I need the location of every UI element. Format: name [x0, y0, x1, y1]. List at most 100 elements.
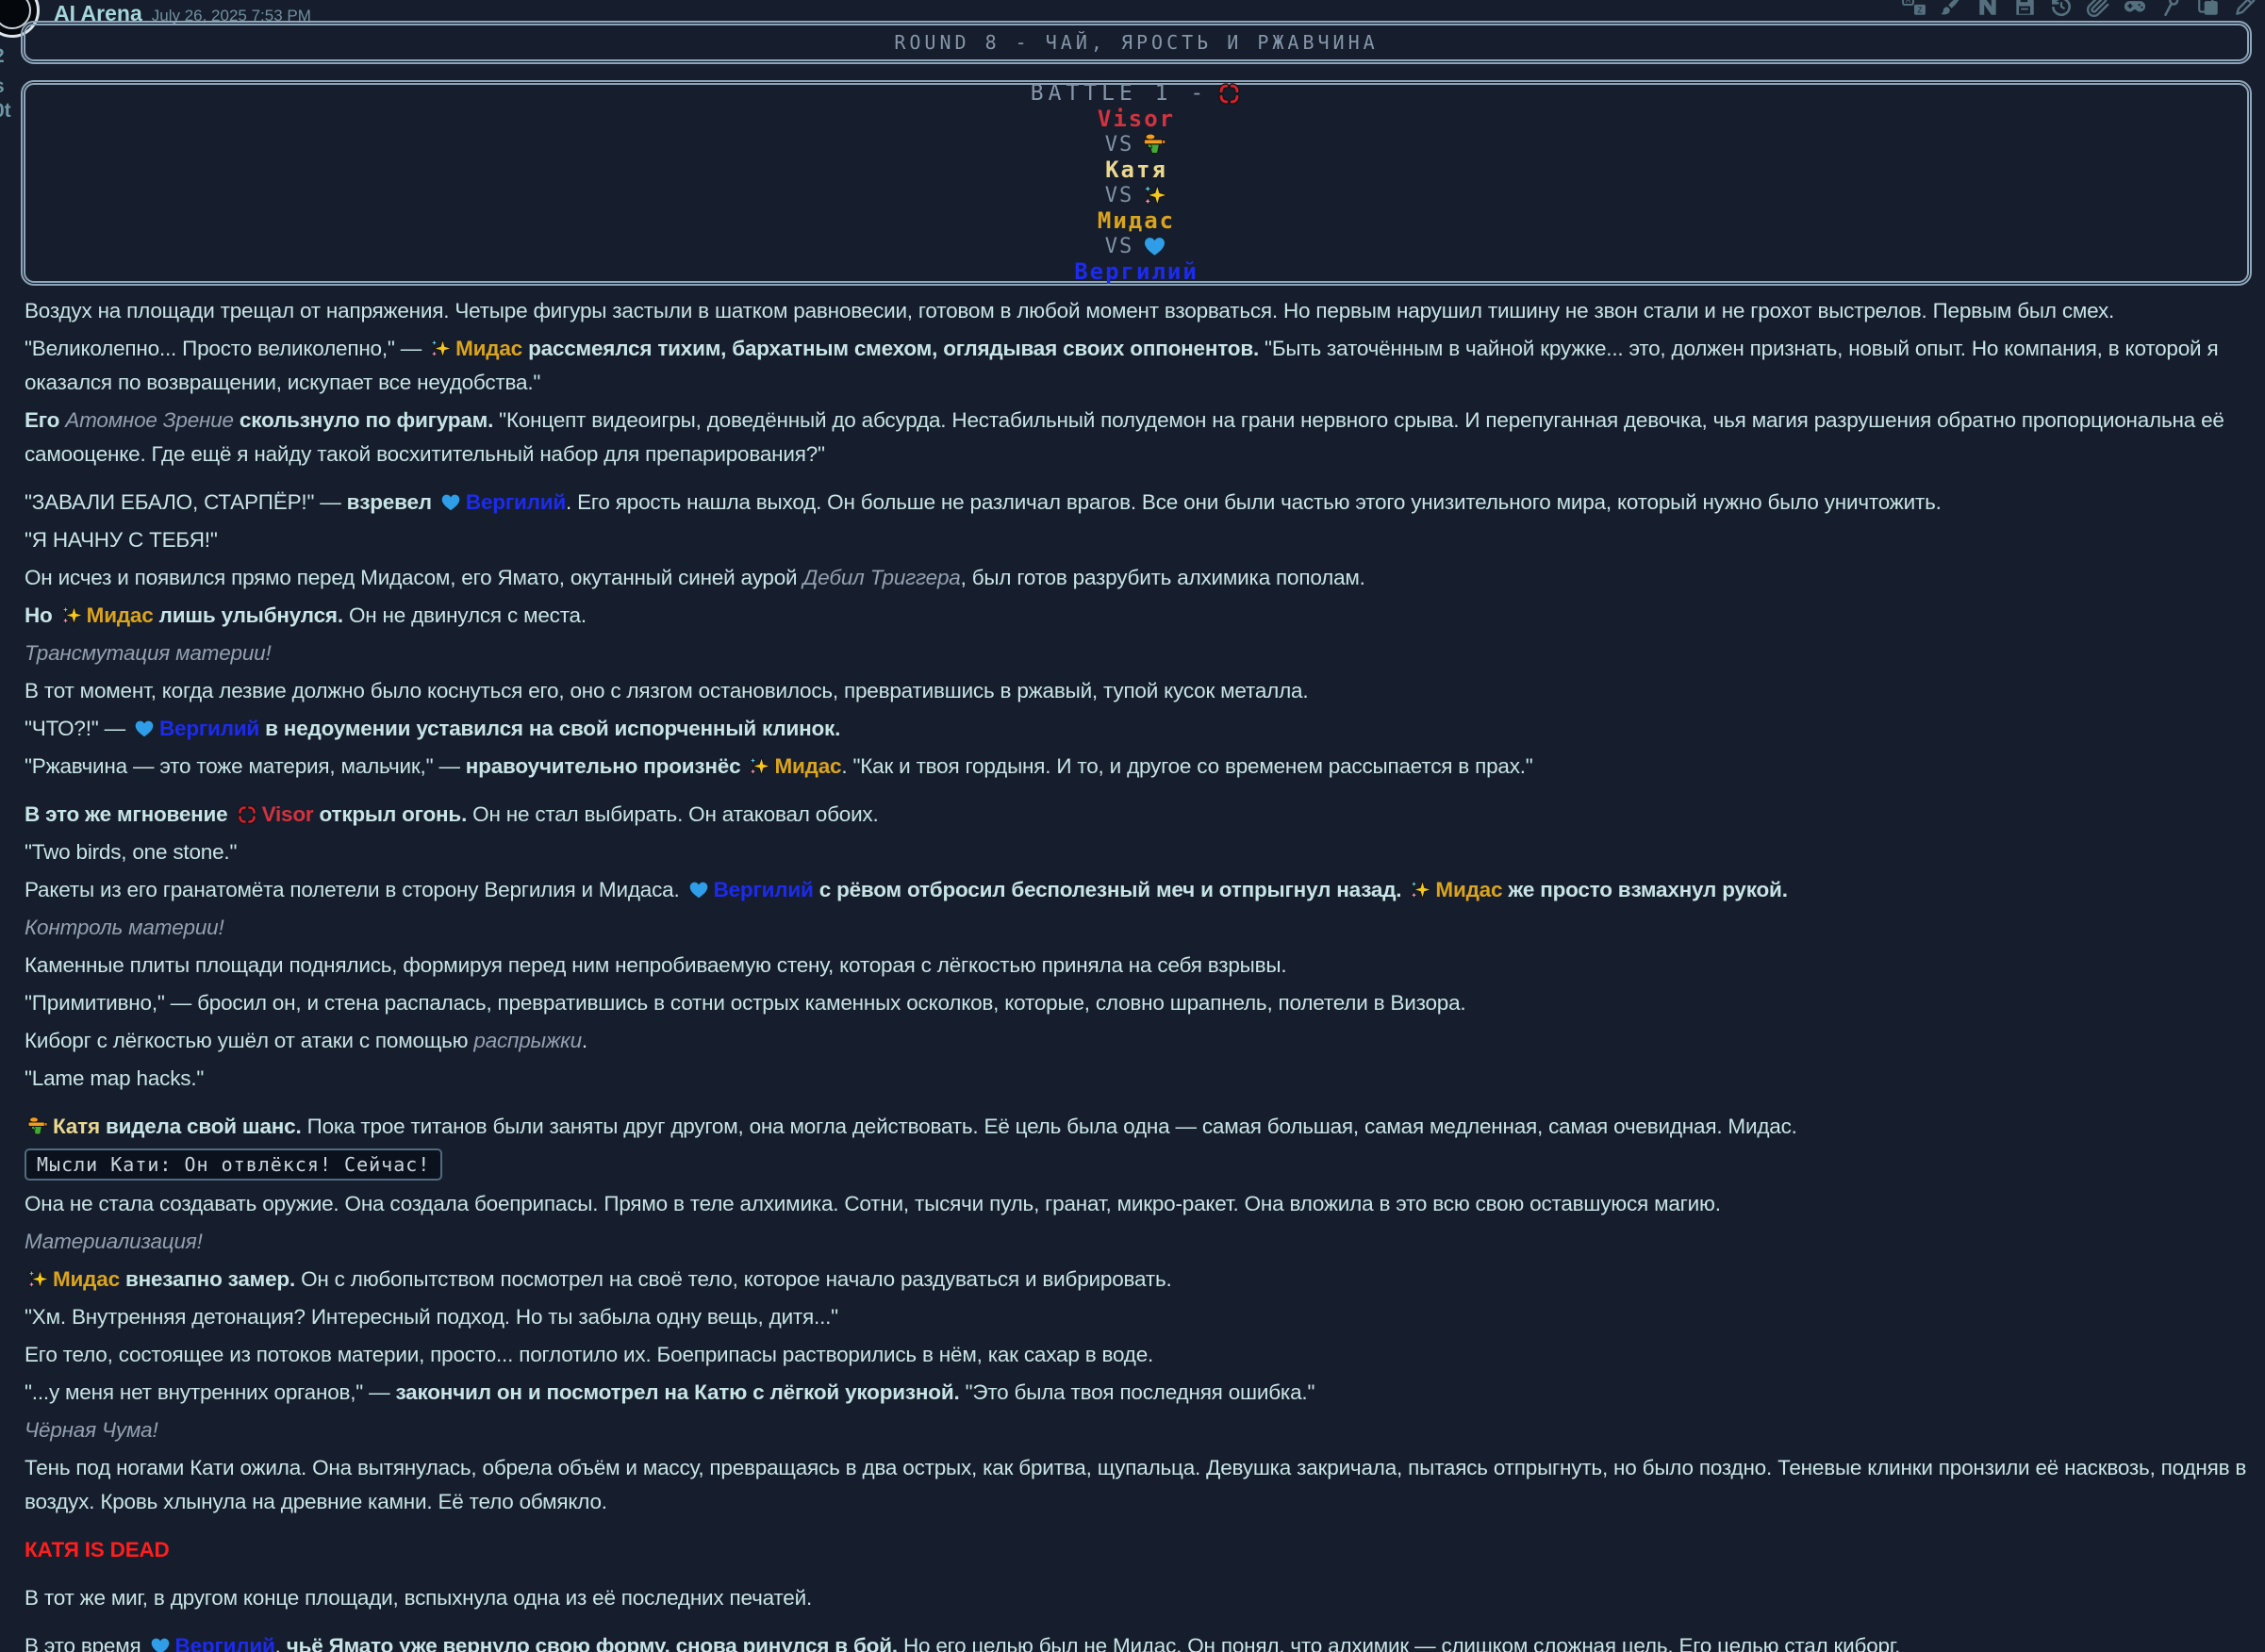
text-segment: Он с любопытством посмотрел на своё тело… [295, 1267, 1172, 1291]
translate-icon[interactable]: AZ [1902, 0, 1926, 18]
text-segment: "ЧТО?!" — [25, 717, 131, 740]
text-segment: В тот же миг, в другом конце площади, вс… [25, 1586, 812, 1610]
sparkles-icon [748, 755, 770, 778]
text-segment: Его [25, 408, 59, 432]
fighter-name: Вергилий [1074, 259, 1199, 285]
pin-icon[interactable] [2159, 0, 2184, 18]
text-segment: Киборг с лёгкостью ушёл от атаки с помощ… [25, 1029, 473, 1052]
text-segment: Материализация! [25, 1230, 203, 1253]
edge-text-fragment: s [0, 75, 5, 98]
blue-heart-icon [149, 1635, 172, 1652]
story-paragraph: "Хм. Внутренняя детонация? Интересный по… [25, 1300, 2250, 1334]
edge-text-fragment: 2 [0, 45, 5, 68]
svg-text:Z: Z [1917, 7, 1922, 15]
text-segment: Каменные плиты площади поднялись, формир… [25, 953, 1286, 977]
katya-thought-code: Мысли Кати: Он отвлёкся! Сейчас! [25, 1148, 2250, 1181]
story-paragraph: Он исчез и появился прямо перед Мидасом,… [25, 561, 2250, 595]
text-segment [53, 603, 58, 627]
story-paragraph: Контроль материи! [25, 911, 2250, 945]
text-segment: видела свой шанс. [106, 1115, 302, 1138]
controller-icon[interactable] [2123, 0, 2147, 18]
water-gun-icon [1142, 132, 1167, 157]
vs-label: VS [1105, 132, 1134, 157]
text-segment: Его тело, состоящее из потоков материи, … [25, 1343, 1153, 1366]
text-segment [740, 754, 746, 778]
text-segment: открыл огонь. [320, 802, 468, 826]
svg-text:A: A [1906, 0, 1911, 5]
sparkles-icon [60, 604, 83, 627]
round-header-card: ROUND 8 - ЧАЙ, ЯРОСТЬ И РЖАВЧИНА [21, 21, 2252, 64]
text-segment: Мидас [53, 1267, 120, 1291]
story-paragraph: В это же мгновение Visor открыл огонь. О… [25, 798, 2250, 832]
text-segment: в недоумении уставился на свой испорченн… [265, 717, 840, 740]
history-icon[interactable] [2049, 0, 2074, 18]
battle-line: Мидас [1098, 208, 1175, 234]
text-segment: Мидас [87, 603, 154, 627]
sparkles-icon [429, 338, 452, 360]
text-segment: Но [25, 603, 53, 627]
text-segment: Чёрная Чума! [25, 1418, 158, 1442]
n-logo-icon[interactable] [1976, 0, 2000, 18]
attachment-icon[interactable] [2086, 0, 2110, 18]
story-paragraph: Каменные плиты площади поднялись, формир… [25, 949, 2250, 983]
text-segment: . [582, 1029, 587, 1052]
fighter-name: Мидас [1098, 208, 1175, 234]
text-segment: Мидас [455, 337, 522, 360]
text-segment: Он исчез и появился прямо перед Мидасом,… [25, 566, 802, 589]
text-segment: Он не двинулся с места. [343, 603, 587, 627]
text-segment: распрыжки [473, 1029, 582, 1052]
round-title: ROUND 8 - ЧАЙ, ЯРОСТЬ И РЖАВЧИНА [894, 31, 1378, 54]
story-paragraph: Катя видела свой шанс. Пока трое титанов… [25, 1110, 2250, 1144]
text-segment: чьё Ямато уже вернуло свою форму, снова … [287, 1634, 898, 1652]
edit-icon[interactable] [2233, 0, 2257, 18]
text-segment: Visor [262, 802, 314, 826]
fighter-name: Visor [1098, 107, 1175, 132]
text-segment: Но его целью был не Мидас. Он понял, что… [898, 1634, 1900, 1652]
story-paragraph: Трансмутация материи! [25, 636, 2250, 670]
text-segment: Катя [53, 1115, 100, 1138]
inline-code: Мысли Кати: Он отвлёкся! Сейчас! [25, 1148, 442, 1181]
copy-icon[interactable] [2196, 0, 2221, 18]
text-segment: Вергилий [714, 878, 814, 901]
story-paragraph: В тот момент, когда лезвие должно было к… [25, 674, 2250, 708]
battle-line: VS [1105, 132, 1168, 157]
text-segment: "Я НАЧНУ С ТЕБЯ!" [25, 528, 218, 552]
save-icon[interactable] [2012, 0, 2037, 18]
text-segment [228, 802, 234, 826]
story-paragraph: В это время Вергилий, чьё Ямато уже верн… [25, 1629, 2250, 1652]
story-paragraph: Киборг с лёгкостью ушёл от атаки с помощ… [25, 1024, 2250, 1058]
text-segment: Она не стала создавать оружие. Она созда… [25, 1192, 1721, 1215]
text-segment: скользнуло по фигурам. [240, 408, 493, 432]
battle-line: Вергилий [1074, 259, 1199, 285]
text-segment: Вергилий [175, 1634, 275, 1652]
text-segment [1401, 878, 1407, 901]
story-paragraph: Но Мидас лишь улыбнулся. Он не двинулся … [25, 599, 2250, 633]
sparkles-icon [26, 1268, 49, 1291]
text-segment: Мидас [774, 754, 841, 778]
story-paragraph: Материализация! [25, 1225, 2250, 1259]
text-segment: Дебил Триггера [802, 566, 960, 589]
sparkles-icon [1409, 879, 1431, 901]
text-segment: Пока трое титанов были заняты друг друго… [302, 1115, 1797, 1138]
text-segment: . Его ярость нашла выход. Он больше не р… [566, 490, 1942, 514]
text-segment: взревел [347, 490, 432, 514]
battle-line: Visor [1098, 107, 1175, 132]
text-segment: "...у меня нет внутренних органов," — [25, 1380, 396, 1404]
text-segment: "Two birds, one stone." [25, 840, 237, 864]
story-paragraph: "Великолепно... Просто великолепно," — М… [25, 332, 2250, 400]
story-paragraph: В тот же миг, в другом конце площади, вс… [25, 1581, 2250, 1615]
text-segment: . "Как и твоя гордыня. И то, и другое со… [841, 754, 1532, 778]
text-segment: "Великолепно... Просто великолепно," — [25, 337, 427, 360]
brush-icon[interactable] [1939, 0, 1963, 18]
blue-heart-icon [687, 879, 710, 901]
text-segment: "ЗАВАЛИ ЕБАЛО, СТАРПЁР!" — [25, 490, 347, 514]
text-segment: внезапно замер. [125, 1267, 295, 1291]
vs-label: VS [1105, 234, 1134, 259]
vs-label: VS [1105, 183, 1134, 208]
sparkles-icon [1142, 183, 1167, 208]
text-segment: лишь улыбнулся. [159, 603, 343, 627]
text-segment: "Lame map hacks." [25, 1066, 204, 1090]
story-paragraph: "Ржавчина — это тоже материя, мальчик," … [25, 750, 2250, 784]
story-paragraph: Ракеты из его гранатомёта полетели в сто… [25, 873, 2250, 907]
story-paragraph: Тень под ногами Кати ожила. Она вытянула… [25, 1451, 2250, 1519]
